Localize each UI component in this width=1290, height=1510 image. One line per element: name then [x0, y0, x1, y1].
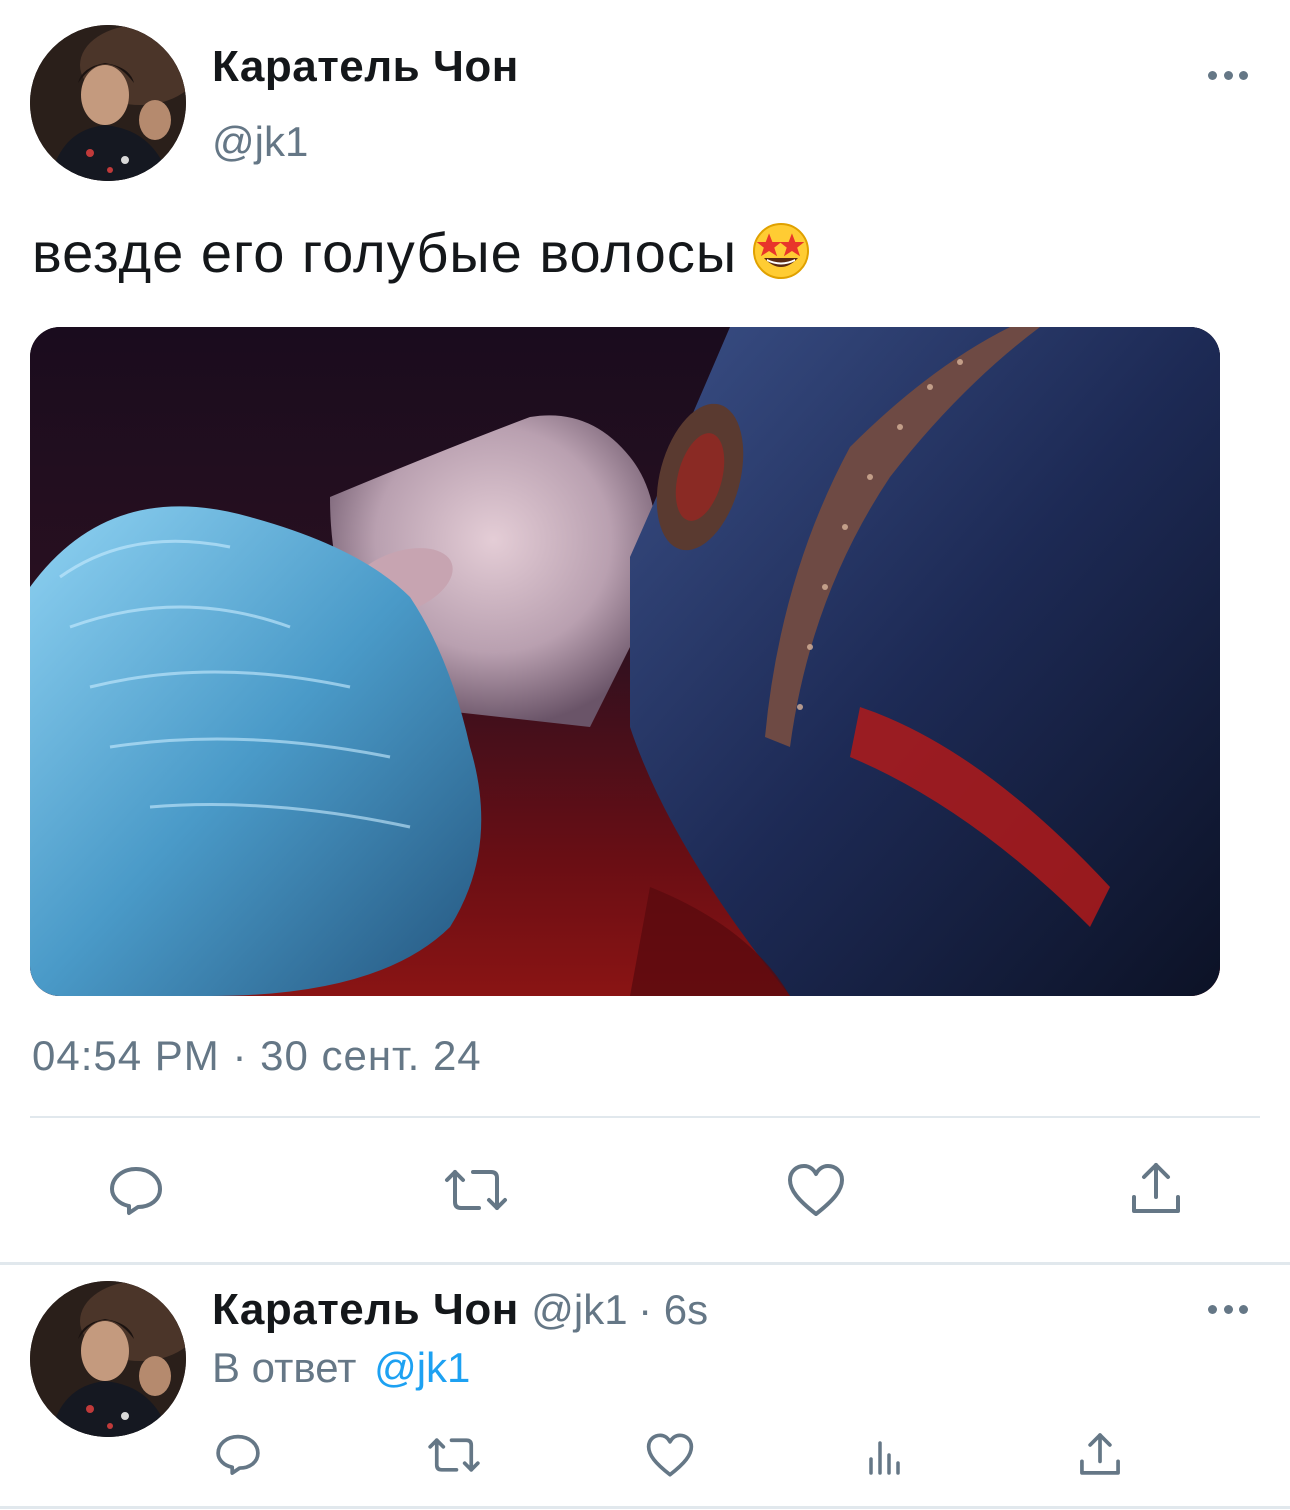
reply-author-handle[interactable]: @jk1 — [531, 1286, 627, 1333]
like-icon — [788, 1164, 844, 1216]
author-avatar[interactable] — [30, 25, 186, 181]
reply-time-ago[interactable]: · 6s — [638, 1286, 708, 1333]
reply-to-link[interactable]: @jk1 — [374, 1344, 470, 1391]
section-divider — [0, 1262, 1290, 1265]
reply-prefix: В ответ — [212, 1344, 357, 1391]
author-display-name[interactable]: Каратель Чон — [212, 42, 519, 92]
reply-context: В ответ @jk1 — [212, 1344, 470, 1392]
reply-header: Каратель Чон @jk1 · 6s — [212, 1285, 708, 1335]
analytics-icon — [869, 1441, 900, 1475]
divider — [30, 1116, 1260, 1118]
reply-author-display-name[interactable]: Каратель Чон — [212, 1285, 519, 1334]
tweet-timestamp[interactable]: 04:54 PM · 30 сент. 24 — [32, 1032, 482, 1080]
reply-analytics-button[interactable] — [862, 1434, 908, 1480]
retweet-icon — [445, 1170, 507, 1210]
reply-button[interactable] — [104, 1158, 168, 1222]
reply-icon — [110, 1167, 162, 1215]
like-icon — [646, 1433, 694, 1477]
share-icon — [1080, 1433, 1120, 1475]
reply-icon — [216, 1434, 260, 1475]
share-button[interactable] — [1124, 1156, 1188, 1220]
avatar-photo — [30, 1281, 186, 1437]
tweet-media-image[interactable] — [30, 327, 1220, 996]
author-handle[interactable]: @jk1 — [212, 118, 308, 166]
retweet-icon — [428, 1438, 480, 1472]
bottom-divider — [0, 1506, 1290, 1509]
media-photo — [30, 327, 1220, 996]
reply-retweet-button[interactable] — [424, 1430, 484, 1480]
more-options-icon[interactable] — [1208, 69, 1248, 81]
share-icon — [1132, 1163, 1180, 1213]
reply-like-button[interactable] — [644, 1430, 696, 1480]
reply-author-avatar[interactable] — [30, 1281, 186, 1437]
retweet-button[interactable] — [440, 1158, 512, 1222]
avatar-photo — [30, 25, 186, 181]
tweet-text: везде его голубые волосы — [32, 220, 811, 285]
reply-share-button[interactable] — [1074, 1428, 1126, 1480]
reply-more-options-icon[interactable] — [1208, 1303, 1248, 1315]
like-button[interactable] — [784, 1158, 848, 1222]
star-struck-emoji-icon — [751, 220, 811, 280]
reply-reply-button[interactable] — [212, 1428, 264, 1480]
tweet-text-content: везде его голубые волосы — [32, 221, 738, 284]
